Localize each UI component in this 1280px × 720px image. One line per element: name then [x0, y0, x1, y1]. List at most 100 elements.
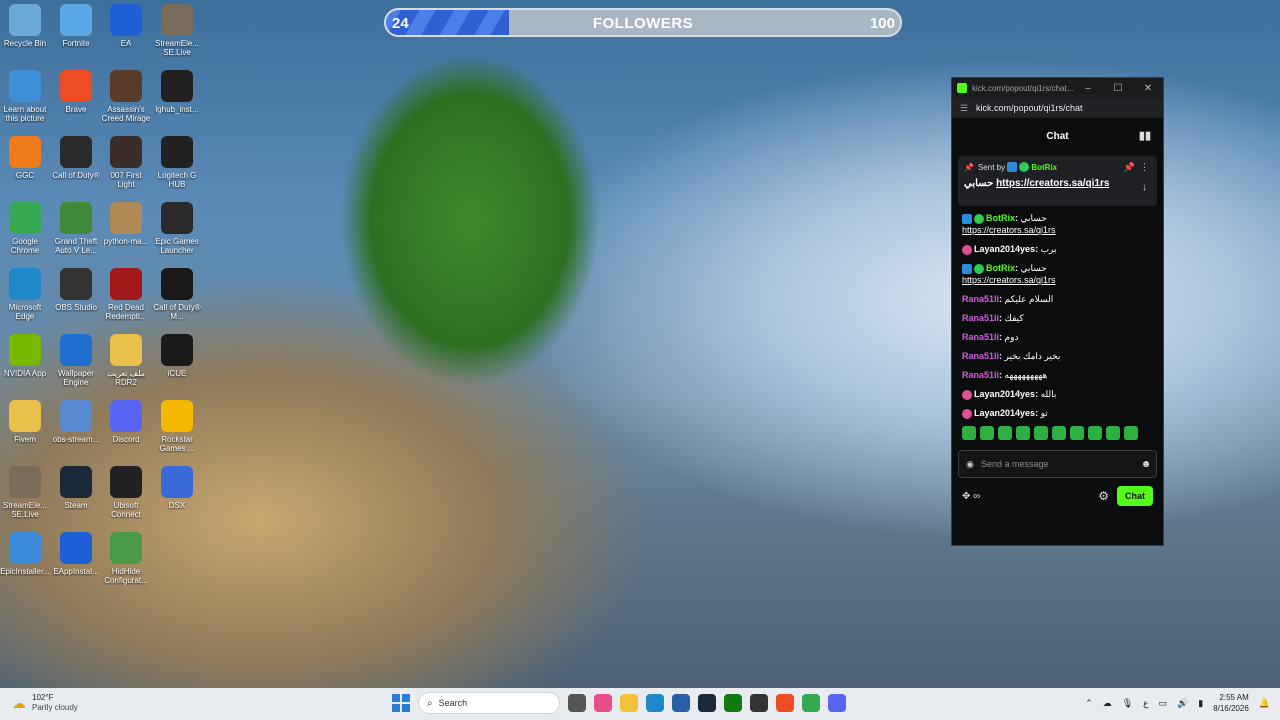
chat-mode-icon[interactable]: ▮▮: [1139, 129, 1151, 142]
chat-username[interactable]: Rana51li: [962, 351, 999, 361]
close-icon[interactable]: ✕: [1133, 83, 1163, 94]
emote-icon[interactable]: [998, 426, 1012, 440]
desktop-icon[interactable]: Red Dead Redempti...: [101, 264, 151, 328]
chat-username[interactable]: Layan2014yes: [974, 408, 1035, 418]
emote-icon[interactable]: [1016, 426, 1030, 440]
desktop-icon[interactable]: Wallpaper Engine: [51, 330, 101, 394]
kicks-infinity-icon[interactable]: ✥ ∞: [962, 491, 980, 502]
discord-taskbar-icon[interactable]: [828, 694, 846, 712]
desktop-icon[interactable]: DSX: [152, 462, 202, 526]
onedrive-icon[interactable]: ☁: [1103, 698, 1112, 709]
obs-taskbar-icon[interactable]: [750, 694, 768, 712]
message-input[interactable]: ◉ Send a message ☻: [958, 450, 1157, 478]
kick-chat-popout-window[interactable]: kick.com/popout/qi1rs/chat... – ☐ ✕ ☰ ki…: [951, 77, 1164, 546]
desktop-icon[interactable]: lghub_inst...: [152, 66, 202, 130]
xbox-icon[interactable]: [724, 694, 742, 712]
desktop-icon[interactable]: Recycle Bin: [0, 0, 50, 64]
chat-username[interactable]: Layan2014yes: [974, 389, 1035, 399]
desktop-icon[interactable]: Rockstar Games ...: [152, 396, 202, 460]
clock[interactable]: 2:55 AM 8/16/2026: [1213, 692, 1249, 714]
taskbar-search[interactable]: ⌕ Search: [418, 692, 560, 714]
desktop-icon[interactable]: EpicInstaller...: [0, 528, 50, 592]
minimize-icon[interactable]: –: [1073, 83, 1103, 94]
chat-username[interactable]: Rana51li: [962, 370, 999, 380]
desktop-icon[interactable]: Fortnite: [51, 0, 101, 64]
emote-icon[interactable]: [1088, 426, 1102, 440]
wallpaper-engine-icon: [60, 334, 92, 366]
desktop-icon[interactable]: Fivem: [0, 396, 50, 460]
desktop-icon[interactable]: Call of Duty®: [51, 132, 101, 196]
language-indicator[interactable]: ع: [1143, 698, 1148, 709]
desktop-icon[interactable]: NVIDIA App: [0, 330, 50, 394]
desktop-icon[interactable]: python-ma...: [101, 198, 151, 262]
desktop-icon[interactable]: Assassin's Creed Mirage: [101, 66, 151, 130]
file-explorer-icon[interactable]: [620, 694, 638, 712]
gear-icon[interactable]: ⚙: [1098, 489, 1109, 503]
task-view-icon[interactable]: [568, 694, 586, 712]
desktop-icon[interactable]: StreamEle... SE.Live: [152, 0, 202, 64]
chat-username[interactable]: BotRix: [986, 213, 1015, 223]
emote-icon[interactable]: [1034, 426, 1048, 440]
address-bar[interactable]: ☰ kick.com/popout/qi1rs/chat: [952, 98, 1163, 118]
chevron-up-icon[interactable]: ⌃: [1085, 698, 1093, 709]
verified-badge-icon: [974, 263, 984, 274]
chat-username[interactable]: BotRix: [986, 263, 1015, 273]
desktop-icon[interactable]: Google Chrome: [0, 198, 50, 262]
brave-taskbar-icon[interactable]: [776, 694, 794, 712]
emote-icon[interactable]: [1124, 426, 1138, 440]
desktop-icon[interactable]: Steam: [51, 462, 101, 526]
chat-username[interactable]: Layan2014yes: [974, 244, 1035, 254]
desktop-icon[interactable]: Logitech G HUB: [152, 132, 202, 196]
desktop-icon[interactable]: Call of Duty® M...: [152, 264, 202, 328]
emoji-icon[interactable]: ☻: [1136, 459, 1156, 470]
microphone-icon[interactable]: 🎙: [1122, 698, 1133, 709]
edge-taskbar-icon[interactable]: [646, 694, 664, 712]
emote-icon[interactable]: [980, 426, 994, 440]
desktop-icon[interactable]: Learn about this picture: [0, 66, 50, 130]
maximize-icon[interactable]: ☐: [1103, 83, 1133, 94]
desktop-icon[interactable]: GGC: [0, 132, 50, 196]
store-icon[interactable]: [672, 694, 690, 712]
chat-username[interactable]: Rana51li: [962, 332, 999, 342]
desktop-icon[interactable]: Epic Games Launcher: [152, 198, 202, 262]
emote-icon[interactable]: [1106, 426, 1120, 440]
battery-icon[interactable]: ▮: [1198, 698, 1203, 709]
site-info-icon[interactable]: ☰: [952, 103, 976, 114]
desktop-icon[interactable]: OBS Studio: [51, 264, 101, 328]
start-button[interactable]: [392, 694, 410, 712]
desktop-icon[interactable]: Ubisoft Connect: [101, 462, 151, 526]
steam-taskbar-icon[interactable]: [698, 694, 716, 712]
desktop-icon[interactable]: Microsoft Edge: [0, 264, 50, 328]
chat-username[interactable]: Rana51li: [962, 294, 999, 304]
emote-icon[interactable]: [1052, 426, 1066, 440]
volume-icon[interactable]: 🔊: [1177, 698, 1188, 709]
chrome-taskbar-icon[interactable]: [802, 694, 820, 712]
emote-icon[interactable]: [962, 426, 976, 440]
expand-pinned-icon[interactable]: ↓: [1142, 182, 1147, 193]
desktop-icon[interactable]: Grand Theft Auto V Le...: [51, 198, 101, 262]
desktop-icon[interactable]: StreamEle... SE.Live: [0, 462, 50, 526]
chat-link[interactable]: https://creators.sa/qi1rs: [962, 225, 1056, 235]
desktop-icon[interactable]: ملف تعريب RDR2: [101, 330, 151, 394]
unpin-icon[interactable]: 📌 ⋮: [1124, 162, 1149, 173]
notifications-icon[interactable]: 🔔: [1259, 698, 1270, 709]
network-icon[interactable]: ▭: [1159, 698, 1168, 709]
desktop-icon[interactable]: HidHide Configurat...: [101, 528, 151, 592]
pinned-user[interactable]: BotRix: [1031, 163, 1057, 172]
desktop-icon[interactable]: obs-stream...: [51, 396, 101, 460]
emote-icon[interactable]: [1070, 426, 1084, 440]
weather-widget[interactable]: ☁ 102°F Partly cloudy: [12, 693, 78, 713]
desktop-icon[interactable]: EAppInstal...: [51, 528, 101, 592]
pinned-message[interactable]: 📌 Sent by BotRix حسابي https://creators.…: [958, 156, 1157, 206]
desktop-icon[interactable]: 007 First Light: [101, 132, 151, 196]
copilot-icon[interactable]: [594, 694, 612, 712]
pinned-link[interactable]: https://creators.sa/qi1rs: [996, 178, 1109, 189]
window-titlebar[interactable]: kick.com/popout/qi1rs/chat... – ☐ ✕: [952, 78, 1163, 98]
send-chat-button[interactable]: Chat: [1117, 486, 1153, 506]
desktop-icon[interactable]: iCUE: [152, 330, 202, 394]
chat-link[interactable]: https://creators.sa/qi1rs: [962, 275, 1056, 285]
desktop-icon[interactable]: EA: [101, 0, 151, 64]
chat-username[interactable]: Rana51li: [962, 313, 999, 323]
desktop-icon[interactable]: Brave: [51, 66, 101, 130]
desktop-icon[interactable]: Discord: [101, 396, 151, 460]
